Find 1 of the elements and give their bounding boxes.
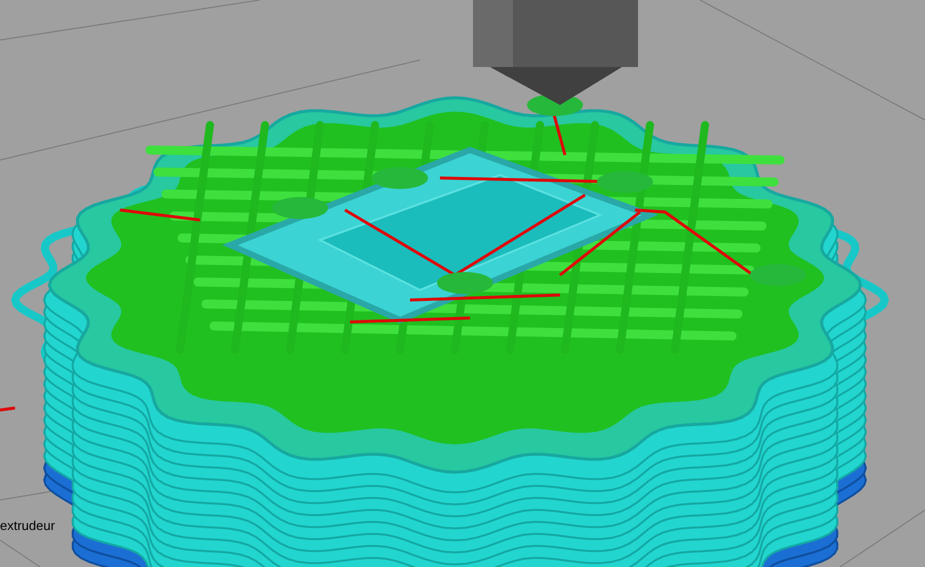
extruder-label: extrudeur [0,517,55,535]
